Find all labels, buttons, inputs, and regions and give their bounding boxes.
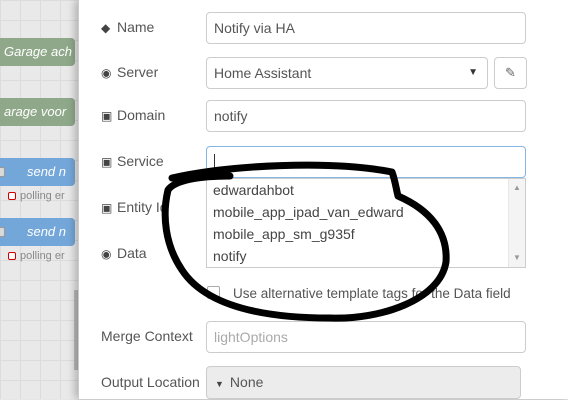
server-select-value: Home Assistant [214, 65, 312, 81]
status-ring-icon [8, 192, 16, 200]
entity-id-label: ▣ Entity Id [101, 199, 168, 215]
flow-node-garage-voor[interactable]: arage voor [0, 98, 75, 126]
domain-input[interactable]: notify [206, 100, 526, 132]
flow-node-label: arage voor [4, 104, 67, 119]
name-input[interactable]: Notify via HA [206, 12, 526, 44]
dot-circle-icon: ◉ [101, 247, 112, 261]
node-status: polling er [8, 250, 65, 262]
flow-node-label: send n [26, 224, 67, 239]
server-select[interactable]: Home Assistant ▼ [206, 57, 488, 89]
output-location-label: Output Location [101, 374, 200, 390]
domain-label: ▣ Domain [101, 107, 166, 123]
cube-icon: ▣ [101, 201, 113, 215]
server-label: ◉ Server [101, 64, 159, 80]
data-label: ◉ Data [101, 245, 147, 261]
autocomplete-item[interactable]: notify [207, 245, 525, 267]
pencil-icon: ✎ [505, 65, 516, 80]
flow-node-send-2[interactable]: send n [0, 218, 75, 246]
node-status-text: polling er [20, 190, 65, 202]
node-input-port[interactable] [0, 167, 5, 177]
flow-node-label: Garage ach [4, 44, 72, 59]
scroll-down-icon[interactable]: ▼ [513, 253, 521, 262]
autocomplete-item[interactable]: mobile_app_ipad_van_edward [207, 201, 525, 223]
autocomplete-scrollbar[interactable]: ▲ ▼ [508, 179, 525, 267]
service-input[interactable] [206, 146, 526, 178]
edit-server-button[interactable]: ✎ [494, 57, 527, 89]
flow-node-send-1[interactable]: send n [0, 158, 75, 186]
status-ring-icon [8, 252, 16, 260]
scroll-up-icon[interactable]: ▲ [513, 183, 521, 192]
flow-node-label: send n [26, 164, 67, 179]
service-label: ▣ Service [101, 153, 164, 169]
cube-icon: ▣ [101, 109, 113, 123]
node-status-text: polling er [20, 250, 65, 262]
merge-context-input[interactable]: lightOptions [206, 321, 526, 353]
autocomplete-item[interactable]: edwardahbot [207, 179, 525, 201]
caret-down-icon: ▼ [215, 379, 224, 389]
flow-canvas[interactable]: Garage ach arage voor send n polling er … [0, 0, 78, 399]
autocomplete-item[interactable]: mobile_app_sm_g935f [207, 223, 525, 245]
tag-icon: ◆ [101, 21, 111, 35]
node-edit-panel: ◆ Name Notify via HA ◉ Server Home Assista… [78, 0, 568, 399]
output-location-value: None [229, 374, 264, 390]
node-input-port[interactable] [0, 227, 5, 237]
dot-circle-icon: ◉ [101, 66, 112, 80]
service-autocomplete-list[interactable]: edwardahbot mobile_app_ipad_van_edward m… [206, 178, 526, 268]
node-status: polling er [8, 190, 65, 202]
alt-template-checkbox[interactable] [207, 286, 220, 299]
text-cursor [214, 154, 215, 170]
name-label: ◆ Name [101, 19, 155, 35]
cube-icon: ▣ [101, 155, 113, 169]
flow-node-garage-ach[interactable]: Garage ach [0, 38, 75, 66]
chevron-down-icon: ▼ [468, 67, 478, 78]
merge-context-label: Merge Context [101, 328, 193, 344]
alt-template-label: Use alternative template tags for the Da… [233, 286, 511, 301]
output-location-select[interactable]: ▼ None [206, 366, 521, 399]
